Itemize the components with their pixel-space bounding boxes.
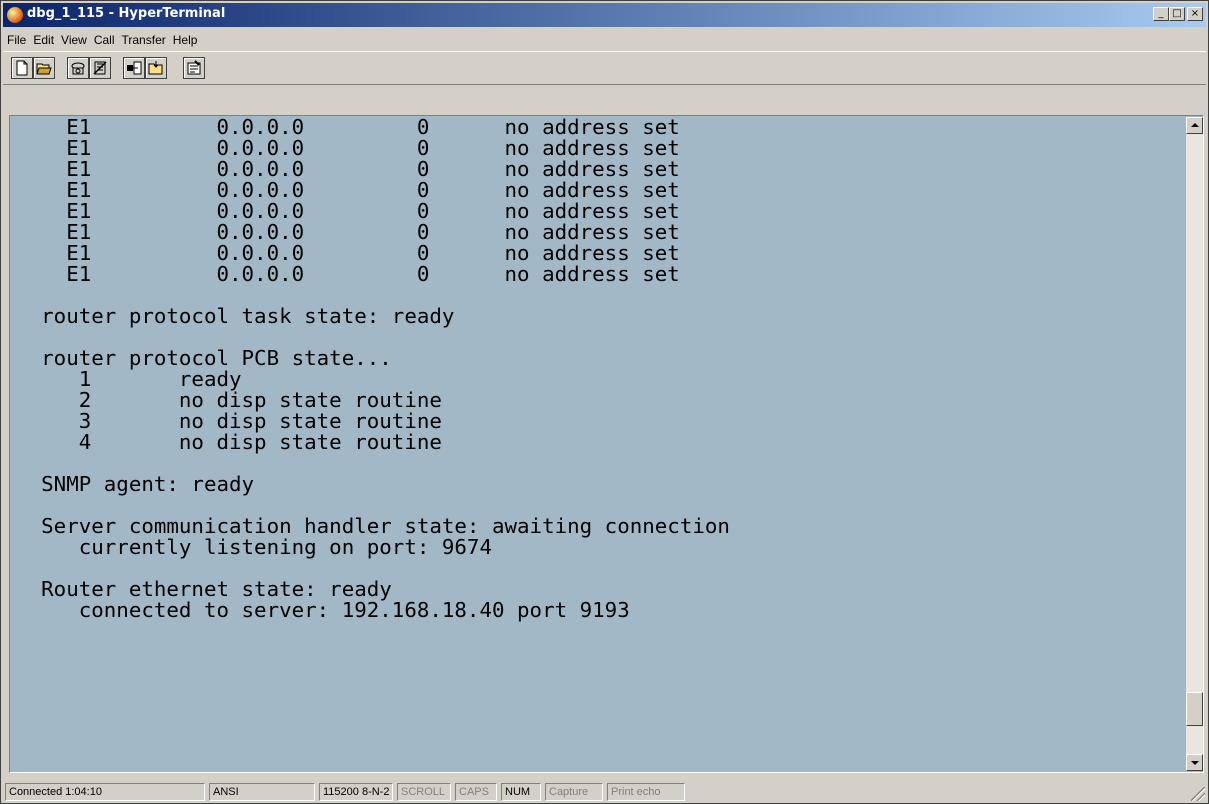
status-capture: Capture (545, 783, 603, 801)
receive-button[interactable] (145, 57, 167, 79)
menu-call[interactable]: Call (90, 31, 118, 47)
hyperterminal-app-icon[interactable] (7, 7, 23, 23)
terminal-line: currently listening on port: 9674 (41, 535, 492, 559)
properties-icon (187, 60, 201, 75)
menu-view[interactable]: View (57, 31, 90, 47)
status-print-echo: Print echo (607, 783, 685, 801)
status-emulation: ANSI (209, 783, 315, 801)
minimize-button[interactable]: _ (1153, 7, 1169, 21)
menu-file[interactable]: File (3, 31, 29, 47)
status-num-lock: NUM (501, 783, 541, 801)
send-button[interactable] (123, 57, 145, 79)
scroll-down-arrow-icon[interactable] (1186, 754, 1203, 771)
close-button[interactable]: × (1187, 7, 1203, 21)
terminal-line: E1 0.0.0.0 0 no address set (41, 262, 680, 286)
send-icon (127, 61, 142, 75)
terminal-line: connected to server: 192.168.18.40 port … (41, 598, 630, 622)
connect-icon (71, 62, 85, 75)
status-bar: Connected 1:04:10 ANSI 115200 8-N-2 SCRO… (3, 781, 1206, 803)
terminal-line: SNMP agent: ready (41, 472, 255, 496)
open-icon (36, 63, 52, 75)
disconnect-icon (93, 61, 107, 75)
hyperterminal-window: dbg_1_115 - HyperTerminal _ □ × File Edit… (0, 0, 1209, 804)
call-button[interactable] (67, 57, 89, 79)
title-bar[interactable]: dbg_1_115 - HyperTerminal _ □ × (3, 3, 1206, 27)
new-connection-button[interactable] (11, 57, 33, 79)
terminal-line: 4 no disp state routine (41, 430, 442, 454)
status-connection-time: Connected 1:04:10 (5, 783, 205, 801)
resize-grip-icon[interactable] (1191, 787, 1205, 801)
menu-help[interactable]: Help (169, 31, 201, 47)
terminal-line: router protocol task state: ready (41, 304, 455, 328)
terminal-screen[interactable]: E1 0.0.0.0 0 no address set E1 0.0.0.0 0… (11, 117, 1185, 771)
open-button[interactable] (33, 57, 55, 79)
menu-transfer[interactable]: Transfer (118, 31, 169, 47)
terminal-output: E1 0.0.0.0 0 no address set E1 0.0.0.0 0… (11, 117, 730, 621)
disconnect-button[interactable] (89, 57, 111, 79)
vertical-scrollbar[interactable] (1186, 117, 1203, 771)
toolbar (3, 51, 1206, 85)
status-caps-lock: CAPS (455, 783, 497, 801)
window-title: dbg_1_115 - HyperTerminal (27, 6, 226, 21)
scroll-thumb[interactable] (1186, 692, 1203, 726)
scroll-up-arrow-icon[interactable] (1186, 117, 1203, 134)
menu-edit[interactable]: Edit (29, 31, 57, 47)
maximize-button[interactable]: □ (1169, 7, 1185, 21)
receive-icon (148, 61, 163, 75)
terminal-frame: E1 0.0.0.0 0 no address set E1 0.0.0.0 0… (9, 115, 1204, 773)
new-icon (16, 60, 28, 76)
status-port-settings: 115200 8-N-2 (319, 783, 393, 801)
properties-button[interactable] (183, 57, 205, 79)
status-scroll-lock: SCROLL (397, 783, 451, 801)
menu-bar: File Edit View Call Transfer Help (3, 29, 1206, 49)
